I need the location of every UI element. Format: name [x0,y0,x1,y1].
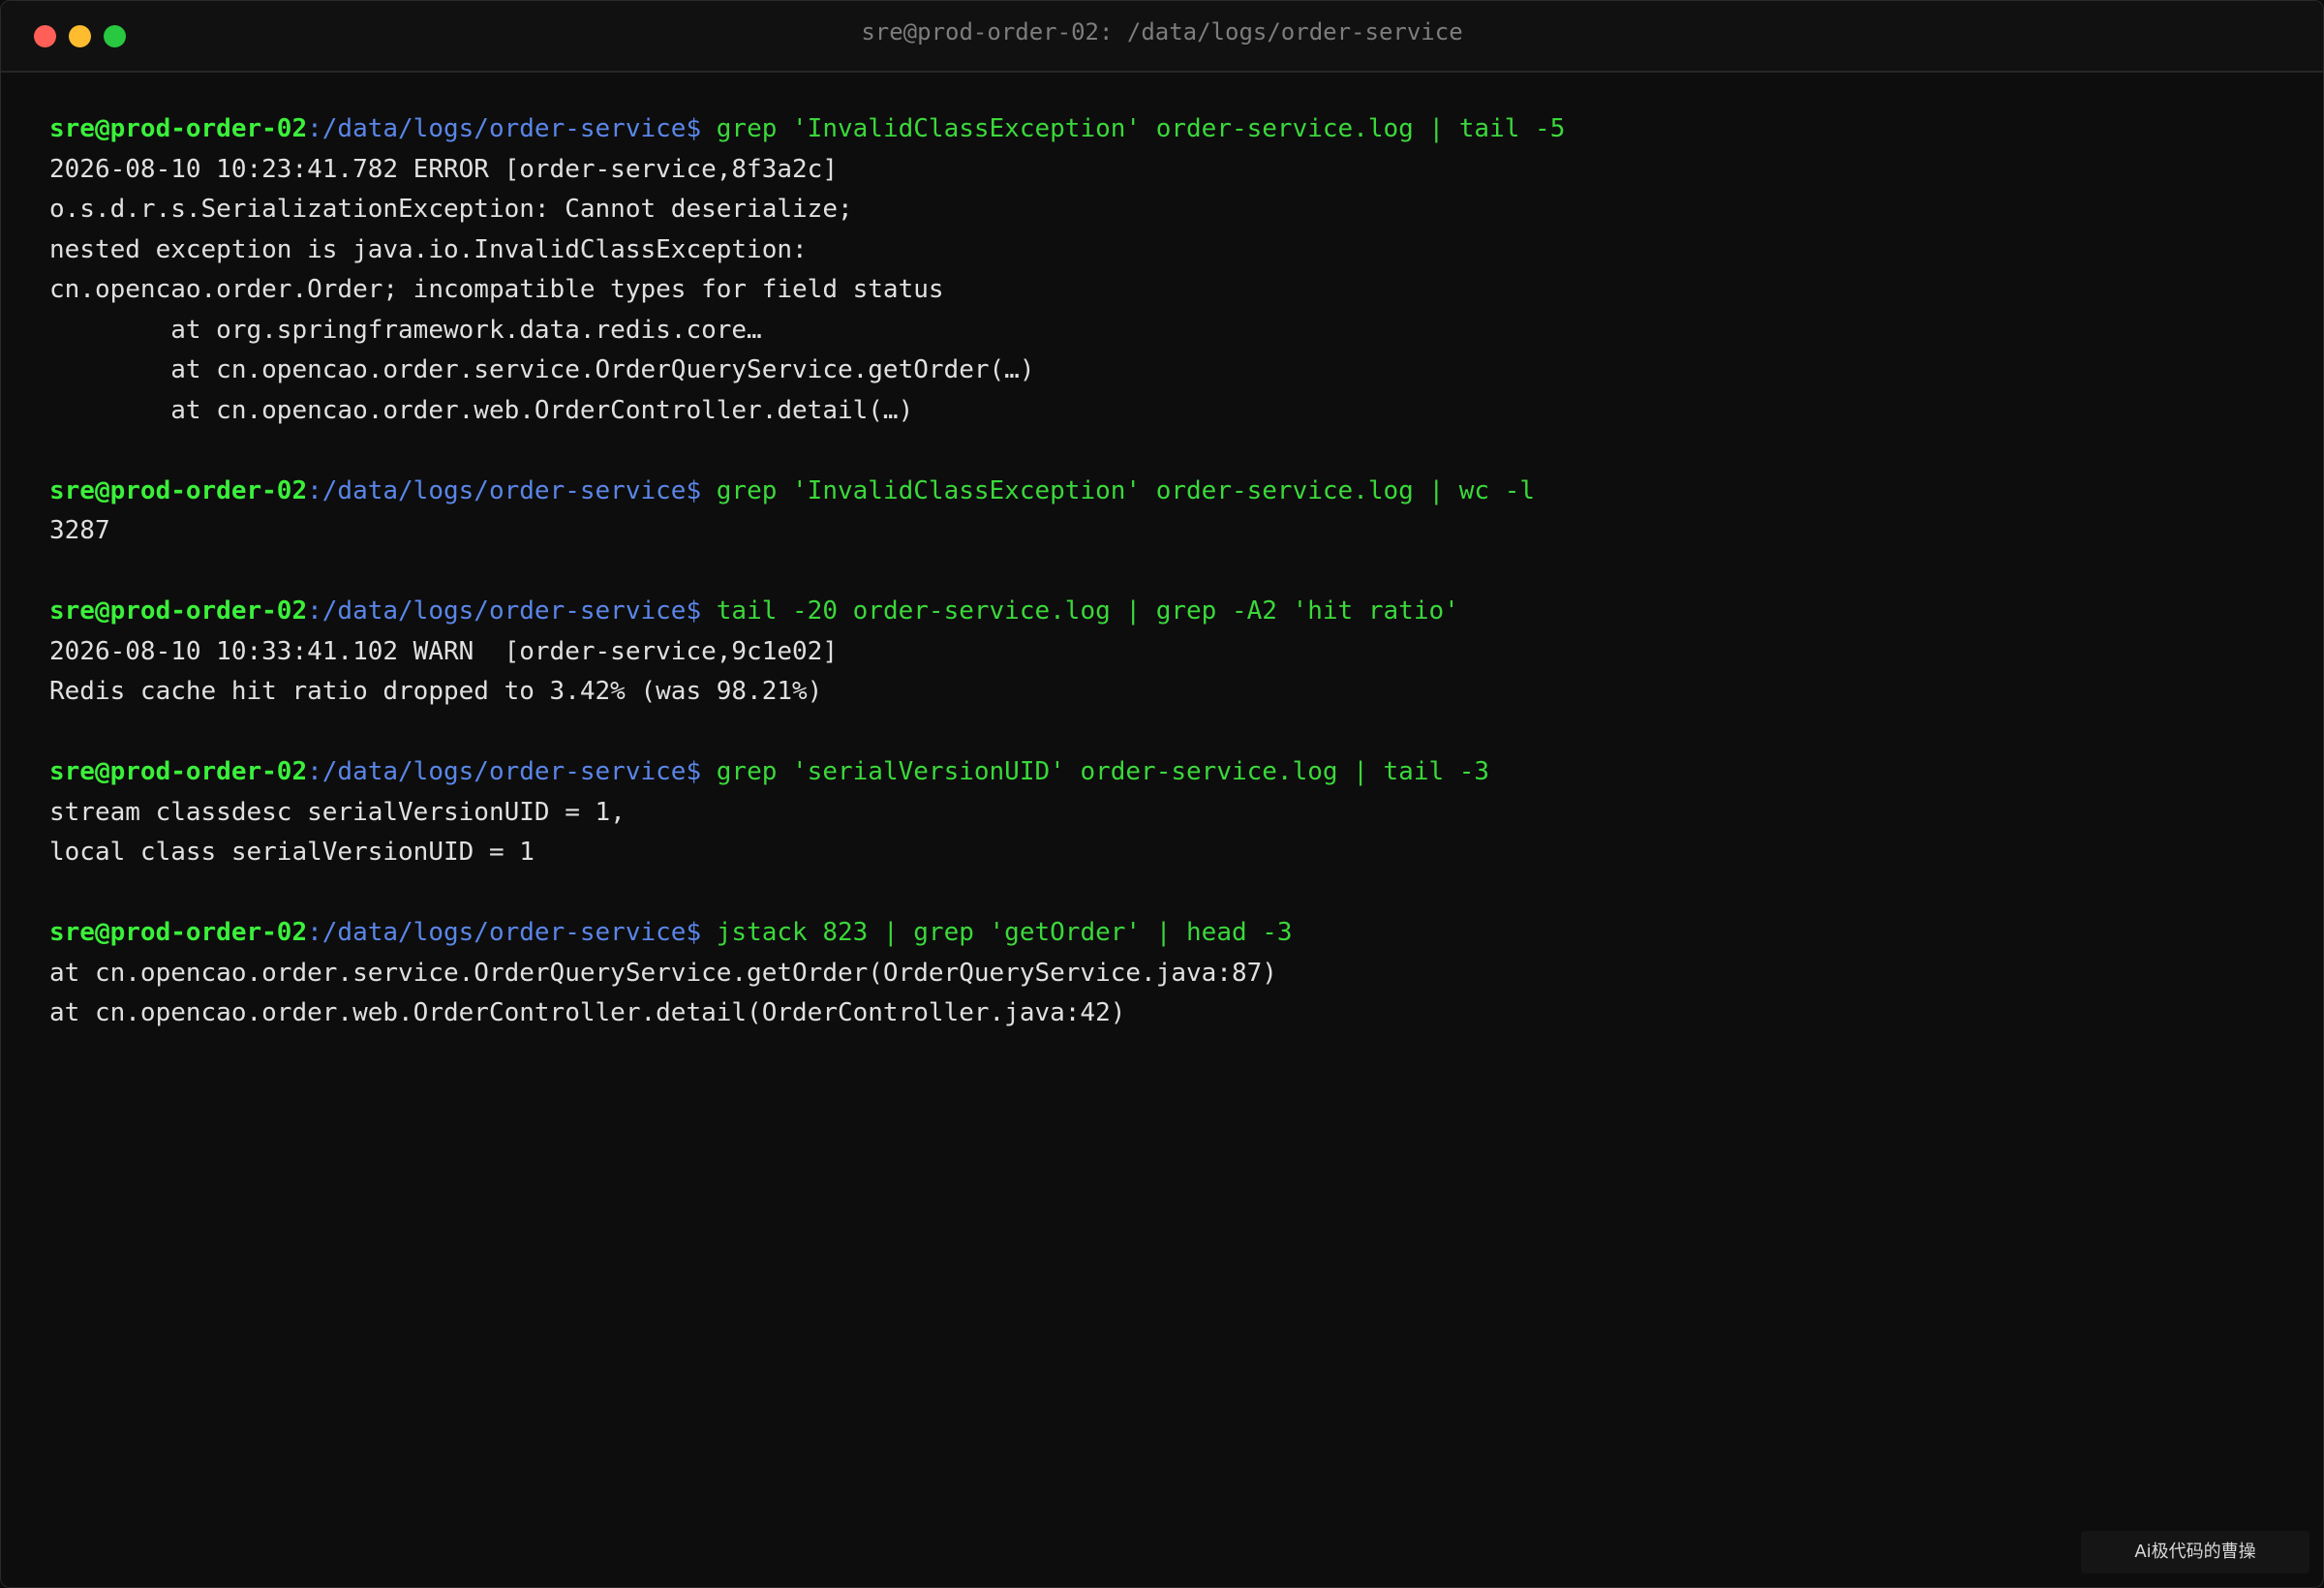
output-line: 2026-08-10 10:33:41.102 WARN [order-serv… [49,636,838,666]
window-title: sre@prod-order-02: /data/logs/order-serv… [861,18,1463,46]
prompt-line: sre@prod-order-02:/data/logs/order-servi… [49,109,2284,150]
command-text: jstack 823 | grep 'getOrder' | head -3 [701,918,1293,947]
prompt-line: sre@prod-order-02:/data/logs/order-servi… [49,913,2284,954]
prompt-path: /data/logs/order-service [321,475,687,505]
prompt-user-host: sre@prod-order-02 [49,596,308,626]
command-text: grep 'serialVersionUID' order-service.lo… [701,757,1490,786]
output-line: cn.opencao.order.Order; incompatible typ… [49,275,944,304]
prompt-separator: : [307,475,322,505]
output-line: 3287 [49,516,110,545]
prompt-user-host: sre@prod-order-02 [49,918,308,947]
output-line: o.s.d.r.s.SerializationException: Cannot… [49,195,853,224]
prompt-path: /data/logs/order-service [321,114,687,143]
terminal-window: sre@prod-order-02: /data/logs/order-serv… [0,0,2324,1588]
output-line: at cn.opencao.order.service.OrderQuerySe… [49,958,1277,988]
watermark: Ai极代码的曹操@opencao.cn [2081,1531,2309,1587]
output-line: at cn.opencao.order.web.OrderController.… [49,998,1126,1027]
prompt-separator: : [307,757,322,786]
title-bar: sre@prod-order-02: /data/logs/order-serv… [1,1,2323,73]
prompt-path: /data/logs/order-service [321,757,687,786]
prompt-symbol: $ [686,475,702,505]
prompt-symbol: $ [686,757,702,786]
prompt-user-host: sre@prod-order-02 [49,114,308,143]
output-line: nested exception is java.io.InvalidClass… [49,234,808,264]
prompt-symbol: $ [686,596,702,626]
prompt-line: sre@prod-order-02:/data/logs/order-servi… [49,472,2284,512]
output-line: stream classdesc serialVersionUID = 1, [49,797,626,827]
output-line: at cn.opencao.order.service.OrderQuerySe… [49,355,1035,384]
command-text: grep 'InvalidClassException' order-servi… [701,475,1536,505]
output-line: at cn.opencao.order.web.OrderController.… [49,395,914,425]
prompt-line: sre@prod-order-02:/data/logs/order-servi… [49,752,2284,793]
output-line: Redis cache hit ratio dropped to 3.42% (… [49,677,823,706]
prompt-line: sre@prod-order-02:/data/logs/order-servi… [49,592,2284,632]
prompt-user-host: sre@prod-order-02 [49,757,308,786]
prompt-symbol: $ [686,114,702,143]
terminal-output[interactable]: sre@prod-order-02:/data/logs/order-servi… [49,109,2284,1034]
output-line: at org.springframework.data.redis.core… [49,315,762,345]
command-text: grep 'InvalidClassException' order-servi… [701,114,1566,143]
prompt-separator: : [307,918,322,947]
prompt-user-host: sre@prod-order-02 [49,475,308,505]
output-line: local class serialVersionUID = 1 [49,838,535,867]
prompt-path: /data/logs/order-service [321,918,687,947]
prompt-separator: : [307,596,322,626]
command-text: tail -20 order-service.log | grep -A2 'h… [701,596,1459,626]
prompt-separator: : [307,114,322,143]
prompt-symbol: $ [686,918,702,947]
prompt-path: /data/logs/order-service [321,596,687,626]
output-line: 2026-08-10 10:23:41.782 ERROR [order-ser… [49,154,838,184]
